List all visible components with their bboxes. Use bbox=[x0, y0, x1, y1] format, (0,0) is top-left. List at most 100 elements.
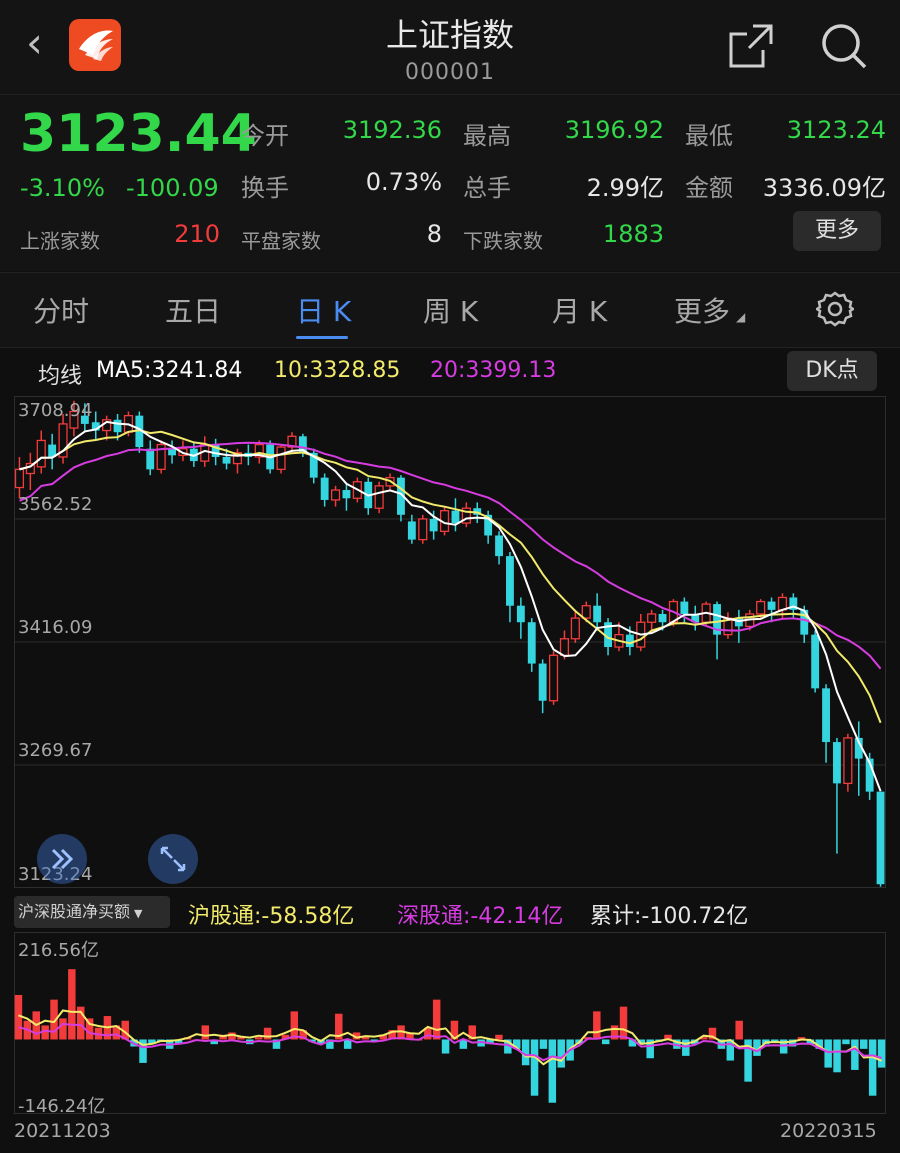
flow-bar bbox=[263, 1027, 272, 1040]
scroll-forward-button[interactable] bbox=[37, 834, 87, 884]
more-button[interactable]: 更多 bbox=[793, 211, 881, 251]
flow-indicator-select[interactable]: 沪深股通净买额 ▼ bbox=[14, 896, 170, 928]
volume-value: 2.99亿 bbox=[586, 174, 664, 202]
flow-bar bbox=[824, 1039, 832, 1068]
y-tick-label: 3269.67 bbox=[18, 740, 93, 761]
candle-body bbox=[407, 521, 416, 540]
candle-body bbox=[276, 446, 286, 471]
flow-bar bbox=[860, 1039, 868, 1049]
candles-group bbox=[14, 400, 885, 887]
down-count-label: 下跌家数 bbox=[463, 229, 543, 253]
candle-body bbox=[516, 605, 525, 623]
candlestick-chart[interactable] bbox=[14, 396, 886, 888]
dk-point-button[interactable]: DK点 bbox=[787, 351, 877, 391]
chart-frame bbox=[14, 932, 886, 1114]
ma20-line bbox=[19, 441, 882, 670]
y-tick-label: 3708.94 bbox=[18, 400, 93, 421]
sz-connect-line bbox=[18, 1022, 882, 1062]
low-label: 最低 bbox=[685, 122, 733, 150]
y-tick-label: 3562.52 bbox=[18, 494, 93, 515]
candle-body bbox=[495, 535, 503, 557]
candle-body bbox=[320, 477, 329, 500]
candle-body bbox=[506, 556, 514, 606]
up-count-label: 上涨家数 bbox=[20, 229, 100, 253]
candle-body bbox=[429, 518, 438, 532]
candle-body bbox=[570, 617, 580, 640]
flow-bar bbox=[868, 1039, 877, 1096]
ma5-line bbox=[19, 420, 882, 792]
turnover-value: 0.73% bbox=[365, 168, 442, 196]
share-icon[interactable] bbox=[727, 22, 775, 70]
candle-body bbox=[581, 605, 591, 619]
expand-icon bbox=[160, 846, 186, 872]
candle-body bbox=[680, 601, 689, 614]
candle-body bbox=[767, 601, 776, 610]
candle-body bbox=[559, 638, 570, 656]
candle-body bbox=[833, 742, 841, 784]
flow-bar bbox=[601, 1039, 610, 1045]
sh-connect-line bbox=[18, 1009, 882, 1066]
volume-label: 总手 bbox=[463, 174, 511, 202]
tab-more-label: 更多 bbox=[674, 295, 731, 328]
change-percent: -3.10% bbox=[20, 174, 105, 202]
caret-down-icon: ◢ bbox=[736, 310, 746, 324]
candle-body bbox=[14, 468, 25, 489]
flow-bar bbox=[682, 1039, 690, 1056]
tab-five-day[interactable]: 五日 bbox=[165, 290, 221, 330]
candle-body bbox=[113, 419, 122, 433]
flow-bar bbox=[851, 1039, 859, 1070]
settings-gear-icon[interactable] bbox=[814, 290, 856, 328]
y-tick-label: 3416.09 bbox=[18, 617, 93, 638]
flow-indicator-label: 沪深股通净买额 bbox=[18, 902, 131, 921]
net-buy-bar-chart[interactable] bbox=[14, 932, 886, 1114]
candle-body bbox=[822, 688, 830, 743]
high-value: 3196.92 bbox=[564, 116, 664, 144]
tab-monthly-k[interactable]: 月 K bbox=[552, 290, 607, 330]
candle-body bbox=[222, 456, 231, 464]
active-tab-indicator bbox=[296, 336, 348, 339]
flow-bar bbox=[539, 1039, 548, 1049]
candle-body bbox=[756, 600, 766, 615]
search-icon[interactable] bbox=[820, 22, 868, 70]
flow-bar bbox=[842, 1039, 850, 1045]
tab-weekly-k[interactable]: 周 K bbox=[423, 290, 478, 330]
flow-bar bbox=[201, 1025, 210, 1040]
double-chevron-right-icon bbox=[51, 848, 74, 870]
flow-bar bbox=[254, 1037, 263, 1040]
cumulative-value: 累计:-100.72亿 bbox=[590, 904, 749, 929]
flat-count-label: 平盘家数 bbox=[241, 229, 321, 253]
flow-bar bbox=[441, 1039, 450, 1054]
change-amount: -100.09 bbox=[126, 174, 219, 202]
flow-bar bbox=[877, 1039, 886, 1068]
amount-value: 3336.09亿 bbox=[762, 174, 886, 202]
down-count: 1883 bbox=[602, 220, 664, 248]
tab-intraday[interactable]: 分时 bbox=[33, 290, 89, 330]
sh-connect-value: 沪股通:-58.58亿 bbox=[188, 904, 355, 929]
flow-bar bbox=[530, 1039, 539, 1096]
candle-body bbox=[658, 613, 667, 623]
candle-body bbox=[36, 439, 46, 468]
tab-more[interactable]: 更多 ◢ bbox=[674, 290, 745, 330]
candle-body bbox=[811, 634, 820, 689]
y-tick-label: 216.56亿 bbox=[18, 940, 99, 961]
candle-body bbox=[625, 634, 634, 648]
high-label: 最高 bbox=[463, 122, 511, 150]
tab-daily-k[interactable]: 日 K bbox=[296, 290, 351, 330]
open-label: 今开 bbox=[241, 122, 289, 150]
flow-bars-group bbox=[14, 969, 886, 1103]
candle-body bbox=[527, 622, 536, 664]
candle-body bbox=[548, 654, 559, 702]
candle-body bbox=[418, 518, 428, 541]
ma10-value: 10:3328.85 bbox=[274, 358, 401, 383]
ma5-value: MA5:3241.84 bbox=[96, 358, 243, 383]
flow-bar bbox=[290, 1011, 299, 1040]
candle-body bbox=[342, 490, 351, 499]
candle-body bbox=[451, 510, 460, 524]
flow-bar bbox=[59, 1018, 67, 1040]
candle-body bbox=[538, 663, 547, 701]
candle-body bbox=[168, 448, 176, 456]
candle-body bbox=[593, 605, 602, 623]
end-date: 20220315 bbox=[780, 1120, 877, 1142]
sz-connect-value: 深股通:-42.14亿 bbox=[397, 904, 564, 929]
fullscreen-button[interactable] bbox=[148, 834, 198, 884]
